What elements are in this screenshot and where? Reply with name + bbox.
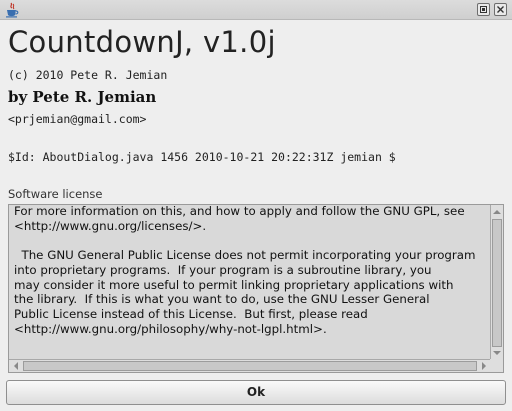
license-text: For more information on this, and how to… — [14, 206, 476, 336]
author-email: <prjemian@gmail.com> — [8, 112, 147, 126]
title-bar[interactable] — [0, 0, 512, 20]
ok-button[interactable]: Ok — [6, 380, 506, 405]
restore-icon — [480, 6, 487, 13]
copyright-text: (c) 2010 Pete R. Jemian — [8, 68, 168, 82]
license-scroll-pane[interactable]: For more information on this, and how to… — [8, 204, 504, 373]
java-cup-icon — [4, 2, 20, 18]
close-icon — [497, 6, 504, 13]
horizontal-scroll-thumb[interactable] — [23, 361, 477, 371]
scroll-down-icon[interactable] — [491, 347, 503, 359]
app-title: CountdownJ, v1.0j — [8, 25, 276, 59]
svn-id-text: $Id: AboutDialog.java 1456 2010-10-21 20… — [8, 150, 396, 164]
scroll-corner — [490, 359, 503, 372]
scroll-up-icon[interactable] — [491, 206, 503, 218]
license-text-area[interactable]: For more information on this, and how to… — [10, 206, 490, 358]
vertical-scroll-thumb[interactable] — [492, 219, 502, 347]
license-label: Software license — [8, 187, 103, 201]
horizontal-scrollbar[interactable] — [9, 359, 491, 372]
author-byline: by Pete R. Jemian — [8, 88, 157, 106]
scroll-left-icon[interactable] — [10, 360, 22, 372]
close-button[interactable] — [494, 3, 507, 16]
scroll-right-icon[interactable] — [478, 360, 490, 372]
vertical-scrollbar[interactable] — [490, 205, 503, 360]
restore-button[interactable] — [477, 3, 490, 16]
